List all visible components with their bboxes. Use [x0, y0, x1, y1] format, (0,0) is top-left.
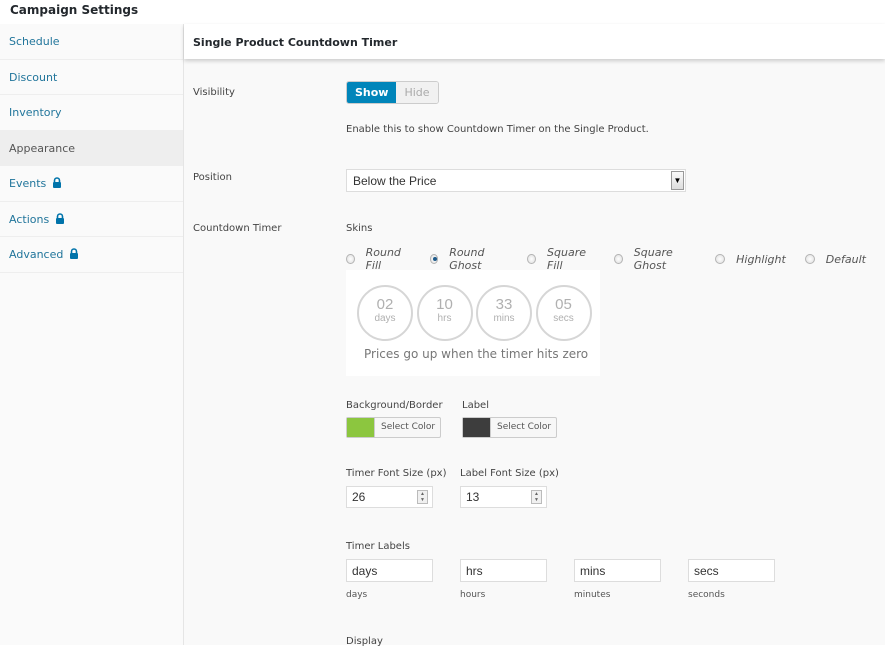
label-font-size-input[interactable]: 13 ▲ ▼ [460, 486, 547, 508]
skin-radio-square-ghost[interactable]: Square Ghost [614, 246, 696, 272]
countdown-timer-label: Countdown Timer [193, 223, 282, 234]
sidebar-item-advanced[interactable]: Advanced [0, 237, 183, 273]
main-panel: Single Product Countdown Timer Visibilit… [184, 24, 885, 647]
timer-value: 02 [376, 296, 394, 313]
timer-label-caption: minutes [574, 590, 611, 600]
radio-button[interactable] [527, 254, 537, 264]
sidebar-item-appearance[interactable]: Appearance [0, 130, 183, 166]
spinner-icon[interactable]: ▲ ▼ [531, 490, 542, 504]
timer-label-input-minutes[interactable]: mins [574, 559, 661, 582]
skin-label: Round Fill [365, 246, 401, 272]
spinner-icon[interactable]: ▲ ▼ [417, 490, 428, 504]
timer-label-input-seconds[interactable]: secs [688, 559, 775, 582]
label-font-size-label: Label Font Size (px) [460, 468, 559, 479]
skin-label: Square Fill [547, 246, 587, 272]
timer-label-caption: days [346, 590, 368, 600]
sidebar-item-label: Events [9, 177, 47, 190]
timer-label-caption: seconds [688, 590, 725, 600]
position-label: Position [193, 172, 232, 183]
timer-circle-secs: 05 secs [535, 285, 592, 341]
timer-value: 10 [436, 296, 453, 313]
timer-labels-heading: Timer Labels [346, 541, 410, 552]
timer-unit: secs [553, 313, 574, 324]
timer-circle-mins: 33 mins [476, 285, 532, 341]
radio-button[interactable] [614, 254, 623, 264]
timer-unit: days [374, 313, 396, 324]
timer-font-size-label: Timer Font Size (px) [346, 468, 447, 479]
sidebar-item-events[interactable]: Events [0, 166, 183, 202]
skin-label: Square Ghost [633, 246, 673, 272]
position-value: Below the Price [353, 174, 437, 188]
skin-radio-square-fill[interactable]: Square Fill [527, 246, 595, 272]
select-color-label: Select Color [374, 418, 440, 437]
skin-radio-highlight[interactable]: Highlight [715, 246, 786, 272]
radio-button[interactable] [429, 254, 439, 264]
skin-radio-round-ghost[interactable]: Round Ghost [429, 246, 509, 272]
label-color-picker-button[interactable]: Select Color [462, 417, 558, 438]
bg-border-label: Background/Border [346, 400, 443, 411]
panel-title: Single Product Countdown Timer [184, 24, 885, 59]
skin-radio-default[interactable]: Default [804, 246, 866, 272]
timer-unit: mins [493, 313, 515, 324]
timer-font-size-value: 26 [352, 490, 366, 504]
label-font-size-value: 13 [466, 490, 480, 504]
display-label: Display [346, 636, 383, 647]
radio-button[interactable] [346, 254, 355, 264]
timer-circle-days: 02 days [357, 285, 413, 341]
sidebar: Schedule Discount Inventory Appearance Event… [0, 24, 184, 645]
sidebar-item-label: Advanced [9, 248, 64, 261]
bg-color-picker-button[interactable]: Select Color [346, 417, 442, 438]
sidebar-item-schedule[interactable]: Schedule [0, 24, 183, 60]
radio-button[interactable] [804, 254, 815, 264]
sidebar-item-inventory[interactable]: Inventory [0, 95, 183, 131]
skins-label: Skins [346, 223, 373, 234]
sidebar-item-discount[interactable]: Discount [0, 60, 183, 95]
timer-message: Prices go up when the timer hits zero [364, 347, 589, 361]
timer-label-input-hours[interactable]: hrs [460, 559, 547, 582]
lock-icon [69, 248, 79, 259]
sidebar-item-label: Schedule [9, 35, 60, 48]
visibility-label: Visibility [193, 87, 235, 98]
lock-icon [52, 177, 62, 188]
timer-preview: Prices go up when the timer hits zero 02… [346, 270, 600, 376]
skin-label: Highlight [736, 252, 786, 266]
visibility-toggle: Show Hide [346, 81, 439, 104]
skin-radio-round-fill[interactable]: Round Fill [346, 246, 411, 272]
sidebar-item-actions[interactable]: Actions [0, 202, 183, 237]
visibility-description: Enable this to show Countdown Timer on t… [346, 124, 649, 135]
skin-label: Default [825, 252, 866, 266]
hide-button[interactable]: Hide [396, 82, 438, 103]
sidebar-item-label: Inventory [9, 106, 62, 119]
timer-value: 33 [495, 296, 513, 313]
lock-icon [55, 212, 65, 224]
label-color-swatch [463, 418, 490, 437]
sidebar-item-label: Actions [9, 212, 50, 226]
timer-label-input-days[interactable]: days [346, 559, 433, 582]
timer-circle-hrs: 10 hrs [416, 285, 473, 341]
skins-radio-group: Round Fill Round Ghost Square Fill Square G… [346, 246, 885, 272]
timer-value: 05 [555, 296, 572, 313]
label-color-label: Label [462, 400, 489, 411]
radio-button[interactable] [715, 254, 726, 264]
position-select[interactable]: Below the Price ▼ [346, 169, 686, 192]
select-color-label: Select Color [490, 418, 556, 437]
dropdown-arrow-icon[interactable]: ▼ [671, 171, 684, 190]
page-title: Campaign Settings [0, 0, 885, 24]
timer-font-size-input[interactable]: 26 ▲ ▼ [346, 486, 433, 508]
timer-label-caption: hours [460, 590, 486, 600]
skin-label: Round Ghost [449, 246, 485, 272]
sidebar-item-label: Appearance [9, 141, 76, 155]
timer-unit: hrs [437, 313, 452, 324]
bg-color-swatch [347, 418, 374, 437]
show-button[interactable]: Show [347, 82, 397, 103]
sidebar-item-label: Discount [9, 70, 58, 84]
